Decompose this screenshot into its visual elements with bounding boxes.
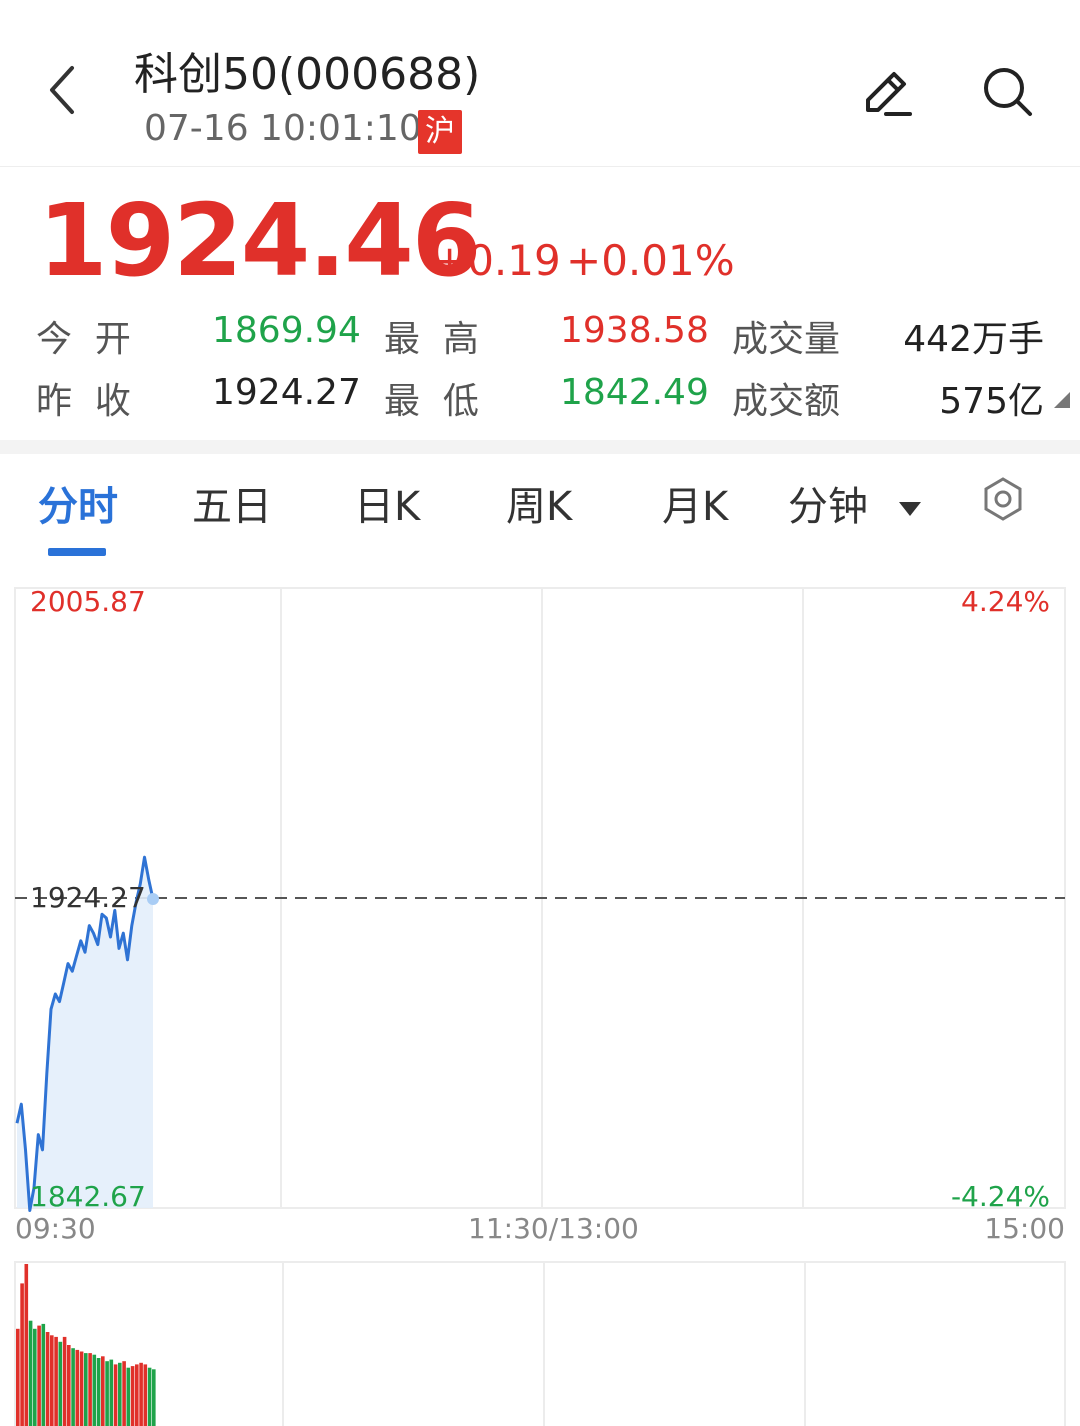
volume-bar <box>109 1359 114 1426</box>
volume-bar <box>62 1336 67 1426</box>
high-value: 1938.58 <box>560 310 709 351</box>
volume-bar <box>130 1366 135 1426</box>
volume-bar <box>92 1354 97 1426</box>
low-label: 最 低 <box>384 381 479 422</box>
volume-bar <box>24 1264 29 1426</box>
volume-frame <box>14 1261 1066 1426</box>
exchange-badge: 沪 <box>418 110 462 154</box>
volume-bar <box>45 1332 50 1426</box>
volume-bar <box>75 1349 80 1426</box>
volume-bar <box>152 1369 156 1426</box>
pct-axis-top-label: 4.24% <box>961 585 1050 618</box>
chart-settings-button[interactable] <box>980 476 1026 522</box>
x-axis-label-close: 15:00 <box>984 1212 1065 1245</box>
volume-bar <box>58 1341 63 1426</box>
search-icon <box>984 68 1032 116</box>
volume-bar <box>126 1367 131 1426</box>
chevron-left-icon <box>50 66 74 114</box>
volume-bar <box>88 1353 92 1426</box>
volume-bar <box>20 1283 24 1426</box>
open-value: 1869.94 <box>212 310 361 351</box>
volume-bar <box>113 1364 118 1426</box>
tab-intraday[interactable]: 分时 <box>38 474 118 532</box>
high-label: 最 高 <box>384 319 479 360</box>
volume-label: 成交量 <box>732 319 841 360</box>
volume-bar <box>84 1353 88 1426</box>
pencil-icon <box>866 72 912 116</box>
price-change-percent: +0.01% <box>566 236 735 285</box>
low-value: 1842.49 <box>560 372 709 413</box>
edit-button[interactable] <box>854 60 918 124</box>
page-title: 科创50(000688) <box>134 49 481 100</box>
open-label: 今 开 <box>36 319 131 360</box>
volume-bar <box>67 1345 71 1426</box>
volume-value: 442万手 <box>903 319 1044 360</box>
volume-bar <box>105 1361 109 1426</box>
current-price-dot <box>147 893 159 905</box>
quote-datetime: 07-16 10:01:10 <box>144 108 422 149</box>
volume-bar <box>41 1323 46 1426</box>
tab-minute-label: 分钟 <box>788 484 868 530</box>
volume-bar <box>33 1328 37 1426</box>
amount-value: 575亿 <box>939 381 1044 422</box>
tab-weekly-k[interactable]: 周K <box>506 474 572 532</box>
volume-bar <box>135 1364 139 1426</box>
tab-five-day[interactable]: 五日 <box>192 474 272 532</box>
section-divider <box>0 440 1080 454</box>
back-button[interactable] <box>38 60 98 120</box>
tab-daily-k[interactable]: 日K <box>354 474 420 532</box>
volume-bar <box>118 1362 122 1426</box>
expand-triangle-icon[interactable] <box>1054 392 1070 408</box>
volume-bar <box>28 1320 33 1426</box>
prev-close-value: 1924.27 <box>212 372 361 413</box>
volume-bar <box>71 1348 75 1426</box>
volume-bar <box>50 1335 54 1426</box>
current-price: 1924.46 <box>38 182 481 299</box>
y-axis-mid-label: 1924.27 <box>30 881 146 914</box>
volume-bar <box>101 1356 105 1426</box>
volume-bar <box>79 1351 84 1426</box>
tab-monthly-k[interactable]: 月K <box>662 474 728 532</box>
volume-bar <box>16 1328 20 1426</box>
x-axis-label-open: 09:30 <box>15 1212 96 1245</box>
dropdown-triangle-icon <box>898 502 921 516</box>
search-button[interactable] <box>976 60 1040 124</box>
volume-bar <box>143 1364 148 1426</box>
intraday-price-chart[interactable]: 2005.87 4.24% 1924.27 1842.67 -4.24% <box>0 580 1080 1220</box>
volume-bar <box>37 1325 41 1426</box>
volume-bar <box>122 1361 126 1426</box>
volume-bar <box>54 1336 58 1426</box>
intraday-volume-chart[interactable] <box>0 1260 1080 1426</box>
price-change: +0.19 <box>432 236 561 285</box>
active-tab-indicator <box>48 548 106 556</box>
prev-close-label: 昨 收 <box>36 381 131 422</box>
pct-axis-bottom-label: -4.24% <box>951 1180 1050 1213</box>
amount-label: 成交额 <box>732 381 841 422</box>
x-axis-label-midday: 11:30/13:00 <box>468 1212 639 1245</box>
tab-minute[interactable]: 分钟 <box>788 474 923 532</box>
volume-bar <box>147 1367 152 1426</box>
volume-bar <box>139 1362 143 1426</box>
hexagon-settings-icon <box>984 477 1022 521</box>
y-axis-top-label: 2005.87 <box>30 585 146 618</box>
volume-bar <box>96 1358 101 1426</box>
y-axis-bottom-label: 1842.67 <box>30 1180 146 1213</box>
